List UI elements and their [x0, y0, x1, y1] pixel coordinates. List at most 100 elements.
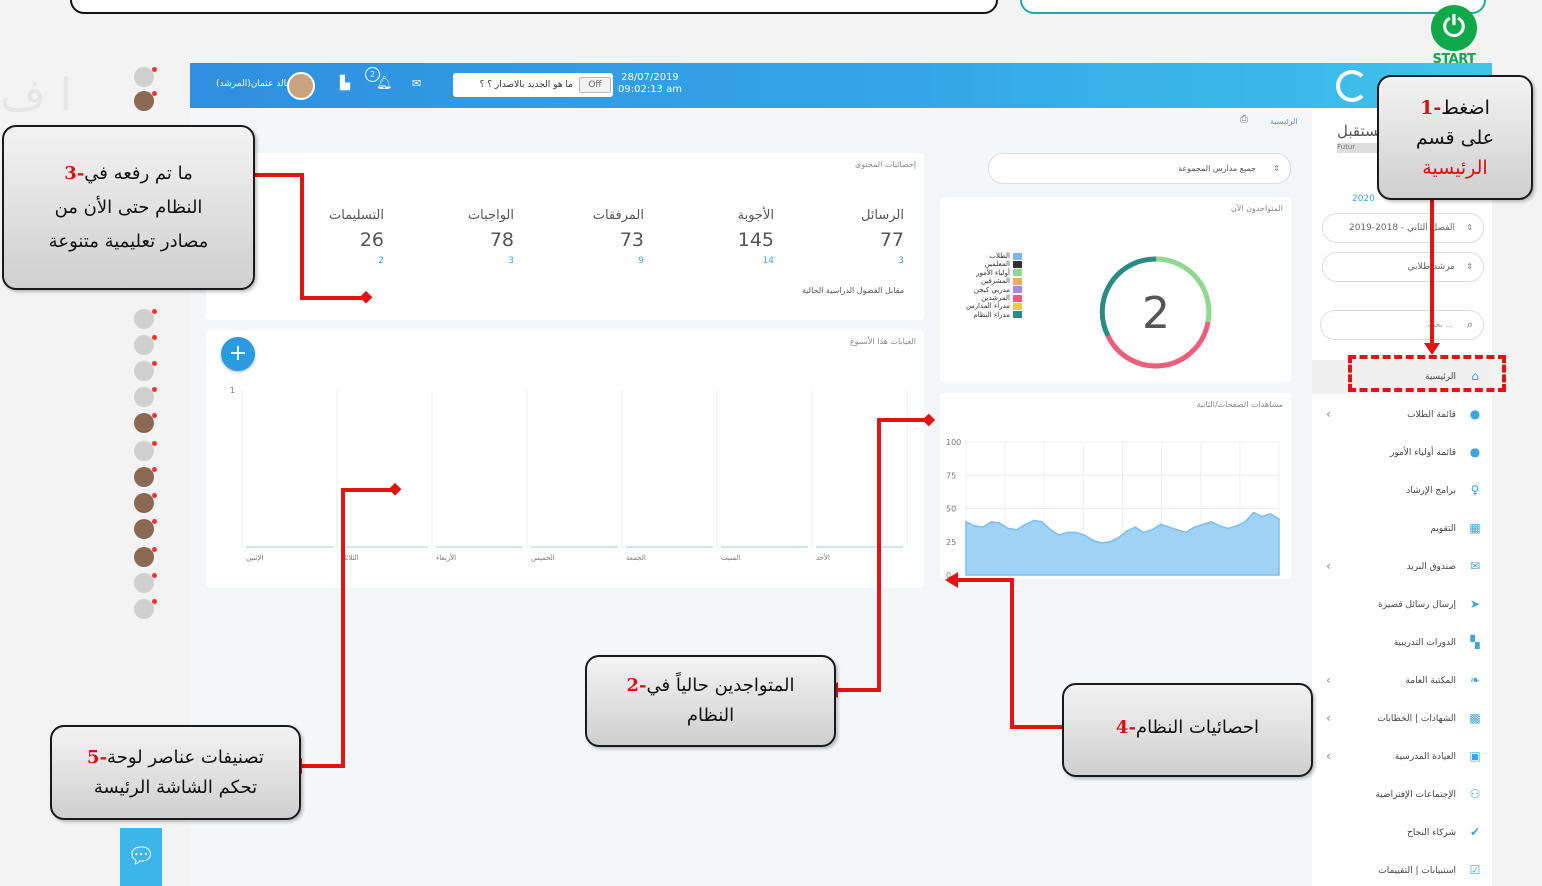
stat-count[interactable]: 3 [424, 256, 514, 266]
sidebar-item[interactable]: ♀ برامج الإرشاد [1312, 474, 1492, 508]
app-logo-icon[interactable] [1336, 70, 1368, 102]
callout-4-line-1: 4-احصائيات النظام [1064, 713, 1311, 743]
data-point [990, 521, 993, 523]
data-point [982, 526, 984, 528]
stats-note: مقابل الفصول الدراسية الحالية [801, 286, 904, 295]
stat-count[interactable]: 3 [814, 256, 904, 266]
bar [341, 546, 428, 548]
sidebar-item[interactable]: ⚇ الإجتماعات الإفتراضية [1312, 778, 1492, 812]
callout-1-text-b: على قسم [1415, 127, 1495, 149]
sidebar-item[interactable]: ● قائمة أولياء الأمور [1312, 436, 1492, 470]
callout-3: 3-ما تم رفعه في النظام حتى الأن من مصادر… [2, 125, 255, 290]
mail-icon[interactable]: ✉ [412, 77, 421, 90]
sidebar-brand-subtitle: Futur [1337, 143, 1377, 153]
legend-item: الطلاب [954, 252, 1022, 260]
data-point [1244, 521, 1246, 523]
print-icon[interactable]: ⎙ [1240, 114, 1248, 125]
stat-count[interactable]: 2 [294, 256, 384, 266]
contact-avatar[interactable] [134, 361, 157, 381]
add-widget-button[interactable]: + [221, 337, 255, 371]
contact-avatar[interactable] [134, 573, 157, 593]
sidebar-item-label: شركاء النجاح [1407, 828, 1456, 838]
panel-title: إحصائيات المحتوى [855, 160, 916, 169]
top-banner-right [1020, 0, 1486, 14]
panel-title: الغيابات هذا الأسبوع [849, 337, 916, 346]
contact-avatar[interactable] [134, 441, 157, 461]
data-point [1269, 513, 1272, 515]
stat-item: الرسائل 77 3 [814, 208, 904, 266]
x-tick-label: الأربعاء [436, 553, 456, 562]
callout-2-text-b: النظام [686, 705, 735, 726]
search-icon: ⌕ [1466, 318, 1473, 331]
y-tick-label: 50 [946, 505, 956, 514]
legend-swatch [1013, 260, 1022, 268]
user-name[interactable]: خالد عثمان(المرشد) [216, 79, 292, 89]
x-tick-label: الخميس [531, 554, 555, 562]
sidebar-item[interactable]: ✉ صندوق البريد ‹ [1312, 550, 1492, 584]
building-icon[interactable]: ▙ [340, 76, 350, 91]
sidebar-item-label: قائمة الطلاب [1407, 410, 1456, 420]
sidebar-item[interactable]: ▦ التقويم [1312, 512, 1492, 546]
sidebar-item[interactable]: ● قائمة الطلاب ‹ [1312, 398, 1492, 432]
sidebar-item-label: برامج الإرشاد [1406, 486, 1456, 496]
chat-icon: 💬︎ [127, 844, 155, 869]
mode-toggle[interactable]: Off [579, 77, 611, 93]
data-point [1007, 527, 1010, 530]
home-highlight-box [1348, 355, 1506, 392]
sidebar-search-input[interactable]: بحث ... ⌕ [1320, 310, 1484, 340]
legend-swatch [1013, 311, 1022, 319]
data-point [1218, 524, 1221, 527]
contact-avatar[interactable] [134, 413, 157, 433]
contact-avatar[interactable] [134, 519, 157, 539]
x-tick-label: الجمعة [626, 554, 646, 562]
contact-avatar[interactable] [134, 67, 157, 87]
breadcrumb[interactable]: الرئيسية [1270, 117, 1298, 126]
chat-open-button[interactable]: 💬︎ [120, 828, 162, 886]
group-schools-select[interactable]: جميع مدارس المجموعة ⇕ [988, 153, 1291, 184]
sidebar-item[interactable]: ▣ العيادة المدرسية ‹ [1312, 740, 1492, 774]
notification-badge: 2 [365, 67, 380, 82]
sidebar-item[interactable]: ✔ شركاء النجاح [1312, 816, 1492, 850]
search-placeholder: بحث ... [1427, 320, 1453, 329]
chevron-left-icon: ‹ [1326, 673, 1331, 687]
sidebar-item[interactable]: ▩ الشهادات | الخطابات ‹ [1312, 702, 1492, 736]
data-point [1142, 531, 1145, 534]
sidebar-item[interactable]: ▚ الدورات التدريبية [1312, 626, 1492, 660]
date-time: 28/07/2019 09:02:13 am [618, 72, 682, 96]
callout-5-text-b: تحكم الشاشة الرئيسة [93, 777, 258, 798]
sidebar-item-label: الشهادات | الخطابات [1377, 714, 1456, 724]
contact-avatar[interactable] [134, 599, 157, 619]
legend-label: الطلاب [989, 252, 1010, 260]
sidebar-item[interactable]: ☑ استبيانات | التقييمات [1312, 854, 1492, 886]
y-tick-label: 1 [230, 386, 235, 395]
callout-5-text-a: تصنيفات عناصر لوحة [107, 747, 264, 768]
term-select[interactable]: الفصل الثاني - 2018-2019 ⇕ [1322, 213, 1484, 243]
contact-avatar[interactable] [134, 547, 157, 567]
data-point [1032, 519, 1035, 522]
contact-avatar[interactable] [134, 493, 157, 513]
contact-avatar[interactable] [134, 387, 157, 407]
contact-avatar[interactable] [134, 467, 157, 487]
user-avatar[interactable] [287, 72, 315, 100]
group-icon: ⚇ [1469, 787, 1481, 801]
callout-1-text-c: الرئيسية [1422, 157, 1488, 179]
absences-chart: 1 الإثنين الثلاثاء الأربعاء الخميس الجمعة السب… [230, 386, 908, 562]
legend-swatch [1013, 269, 1022, 277]
contact-avatar[interactable] [134, 91, 157, 111]
sidebar-item[interactable]: ➤ إرسال رسائل قصيرة [1312, 588, 1492, 622]
role-select[interactable]: مرشد طلابي ⇕ [1322, 252, 1484, 282]
sidebar-item[interactable]: ❧ المكتبة العامة ‹ [1312, 664, 1492, 698]
legend-item: مدربي كيجن [954, 286, 1022, 294]
online-donut-chart: 2 [1099, 256, 1212, 369]
leaf-icon: ❧ [1469, 673, 1481, 687]
data-point [965, 521, 967, 523]
contact-avatar[interactable] [134, 335, 157, 355]
stat-count[interactable]: 9 [554, 256, 644, 266]
qr-icon: ▩ [1469, 711, 1481, 725]
stat-count[interactable]: 14 [684, 256, 774, 266]
top-bar: خالد عثمان(المرشد) ▙ 🔔︎ 2 ✉ ما هو الجديد… [190, 63, 1492, 108]
legend-label: المعلمين [984, 260, 1010, 269]
data-point [999, 522, 1001, 524]
callout-4: 4-احصائيات النظام [1062, 683, 1313, 777]
contact-avatar[interactable] [134, 309, 157, 329]
